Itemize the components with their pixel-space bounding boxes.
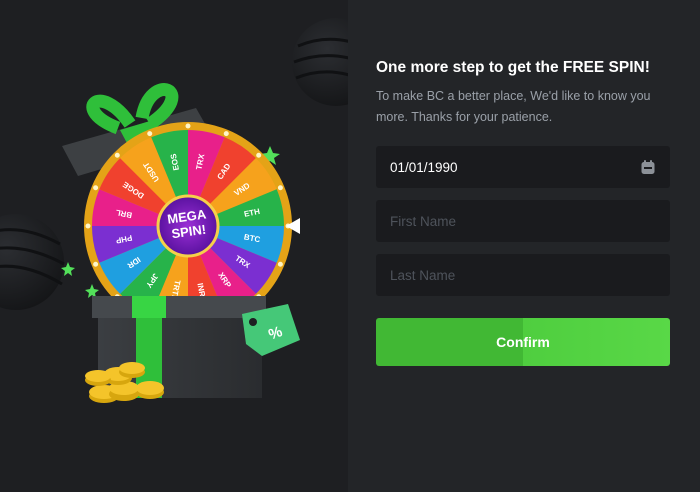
confirm-button[interactable]: Confirm xyxy=(376,318,670,366)
dialog-title: One more step to get the FREE SPIN! xyxy=(376,59,650,76)
date-of-birth-input[interactable] xyxy=(390,159,620,175)
promo-illustration: TRX CADVNDETHBTCTRXXRPINRTRTLJPYIDRPHPBRL… xyxy=(0,18,348,403)
last-name-field[interactable] xyxy=(376,254,670,296)
first-name-field[interactable] xyxy=(376,200,670,242)
date-of-birth-field[interactable] xyxy=(376,146,670,188)
first-name-input[interactable] xyxy=(390,213,620,229)
decor-sphere-left xyxy=(0,214,65,310)
decor-sphere-top xyxy=(292,18,348,106)
dialog-subtitle: To make BC a better place, We'd like to … xyxy=(376,89,651,124)
last-name-input[interactable] xyxy=(390,267,620,283)
calendar-icon[interactable] xyxy=(640,159,656,175)
promo-panel: TRX CAD VND ETH BTC TRX XRP INR TRTL JPY IDR PHP BRL… xyxy=(0,0,348,492)
